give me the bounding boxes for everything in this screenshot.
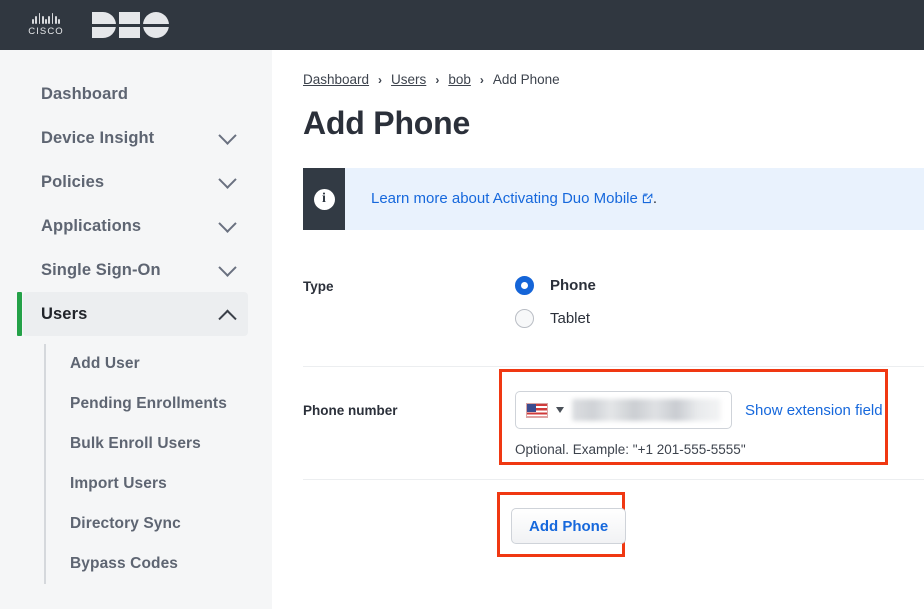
sidebar-nav: Dashboard Device Insight Policies Applic… xyxy=(0,50,272,609)
sidebar-item-label: Single Sign-On xyxy=(41,260,161,279)
sidebar-item-bypass-codes[interactable]: Bypass Codes xyxy=(46,544,272,584)
cisco-wordmark: CISCO xyxy=(28,26,64,37)
sidebar-item-label: Users xyxy=(41,304,88,323)
info-icon-block: i xyxy=(303,168,345,230)
sidebar-item-single-sign-on[interactable]: Single Sign-On xyxy=(23,248,248,292)
chevron-down-icon xyxy=(218,125,237,145)
show-extension-field-link[interactable]: Show extension field xyxy=(745,402,883,419)
breadcrumb-link-users[interactable]: Users xyxy=(391,72,426,87)
phone-number-value-redacted xyxy=(572,399,721,421)
sidebar-item-directory-sync[interactable]: Directory Sync xyxy=(46,504,272,544)
sidebar-item-applications[interactable]: Applications xyxy=(23,204,248,248)
sidebar-item-label: Policies xyxy=(41,172,105,191)
add-phone-button[interactable]: Add Phone xyxy=(511,508,627,544)
breadcrumb-separator-icon: › xyxy=(479,72,484,87)
breadcrumb-link-dashboard[interactable]: Dashboard xyxy=(303,72,369,87)
duo-letter-u-icon xyxy=(119,12,140,38)
sidebar-item-add-user[interactable]: Add User xyxy=(46,344,272,384)
breadcrumb-current: Add Phone xyxy=(492,72,560,87)
cisco-bars-icon xyxy=(32,13,60,24)
sidebar-item-pending-enrollments[interactable]: Pending Enrollments xyxy=(46,384,272,424)
sidebar-item-device-insight[interactable]: Device Insight xyxy=(23,116,248,160)
activating-duo-mobile-link[interactable]: Learn more about Activating Duo Mobile xyxy=(371,190,638,207)
sidebar-item-users[interactable]: Users xyxy=(17,292,248,336)
phone-number-helper-text: Optional. Example: "+1 201-555-5555" xyxy=(515,442,746,457)
duo-logo[interactable] xyxy=(92,12,169,38)
radio-option-phone[interactable]: Phone xyxy=(515,276,596,295)
external-link-icon xyxy=(642,191,653,208)
info-banner: i Learn more about Activating Duo Mobile… xyxy=(303,168,924,230)
cisco-logo[interactable]: CISCO xyxy=(20,13,72,37)
breadcrumb-separator-icon: › xyxy=(435,72,440,87)
chevron-down-icon xyxy=(218,257,237,277)
breadcrumb-link-bob[interactable]: bob xyxy=(448,72,471,87)
radio-option-tablet[interactable]: Tablet xyxy=(515,309,596,328)
sidebar-item-dashboard[interactable]: Dashboard xyxy=(23,72,248,116)
sidebar-item-bulk-enroll-users[interactable]: Bulk Enroll Users xyxy=(46,424,272,464)
duo-admin-add-phone-page: CISCO Dashboard Device Insight Policies … xyxy=(0,0,924,609)
duo-letter-d-icon xyxy=(92,12,116,38)
info-banner-period: . xyxy=(652,190,657,207)
submit-area: Add Phone xyxy=(497,492,924,557)
chevron-up-icon xyxy=(218,309,237,328)
sidebar-item-label: Device Insight xyxy=(41,128,155,147)
sidebar-subitem-label: Bulk Enroll Users xyxy=(70,435,201,452)
info-banner-text: Learn more about Activating Duo Mobile. xyxy=(345,168,657,230)
info-icon: i xyxy=(313,188,335,210)
radio-tablet-label: Tablet xyxy=(550,310,591,327)
main-content: Dashboard › Users › bob › Add Phone Add … xyxy=(272,50,924,609)
top-header-bar: CISCO xyxy=(0,0,924,50)
type-field-label: Type xyxy=(303,279,334,294)
radio-phone-icon[interactable] xyxy=(515,276,534,295)
section-divider xyxy=(303,479,924,480)
sidebar-subitem-label: Pending Enrollments xyxy=(70,395,227,412)
caret-down-icon[interactable] xyxy=(556,407,564,413)
phone-number-label: Phone number xyxy=(303,403,398,418)
phone-number-controls: Show extension field Optional. Example: … xyxy=(515,391,883,457)
sidebar-subitem-label: Add User xyxy=(70,355,140,372)
chevron-down-icon xyxy=(218,169,237,189)
radio-phone-label: Phone xyxy=(550,277,596,294)
sidebar-item-policies[interactable]: Policies xyxy=(23,160,248,204)
type-radio-group: Phone Tablet xyxy=(515,276,596,342)
phone-number-field-row: Phone number Show extension field Option… xyxy=(303,369,924,479)
page-title: Add Phone xyxy=(303,105,471,141)
radio-tablet-icon[interactable] xyxy=(515,309,534,328)
sidebar-item-label: Applications xyxy=(41,216,142,235)
sidebar-item-label: Dashboard xyxy=(41,84,129,103)
sidebar-subnav-users: Add User Pending Enrollments Bulk Enroll… xyxy=(44,344,272,584)
phone-number-input[interactable] xyxy=(515,391,732,429)
breadcrumb: Dashboard › Users › bob › Add Phone xyxy=(303,72,924,87)
section-divider xyxy=(303,366,924,367)
sidebar-subitem-label: Directory Sync xyxy=(70,515,181,532)
breadcrumb-separator-icon: › xyxy=(378,72,383,87)
sidebar-item-import-users[interactable]: Import Users xyxy=(46,464,272,504)
chevron-down-icon xyxy=(218,213,237,233)
sidebar-subitem-label: Import Users xyxy=(70,475,167,492)
us-flag-icon[interactable] xyxy=(526,402,548,418)
type-field-row: Type Phone Tablet xyxy=(303,276,924,366)
sidebar-subitem-label: Bypass Codes xyxy=(70,555,179,572)
duo-letter-o-icon xyxy=(143,12,169,38)
